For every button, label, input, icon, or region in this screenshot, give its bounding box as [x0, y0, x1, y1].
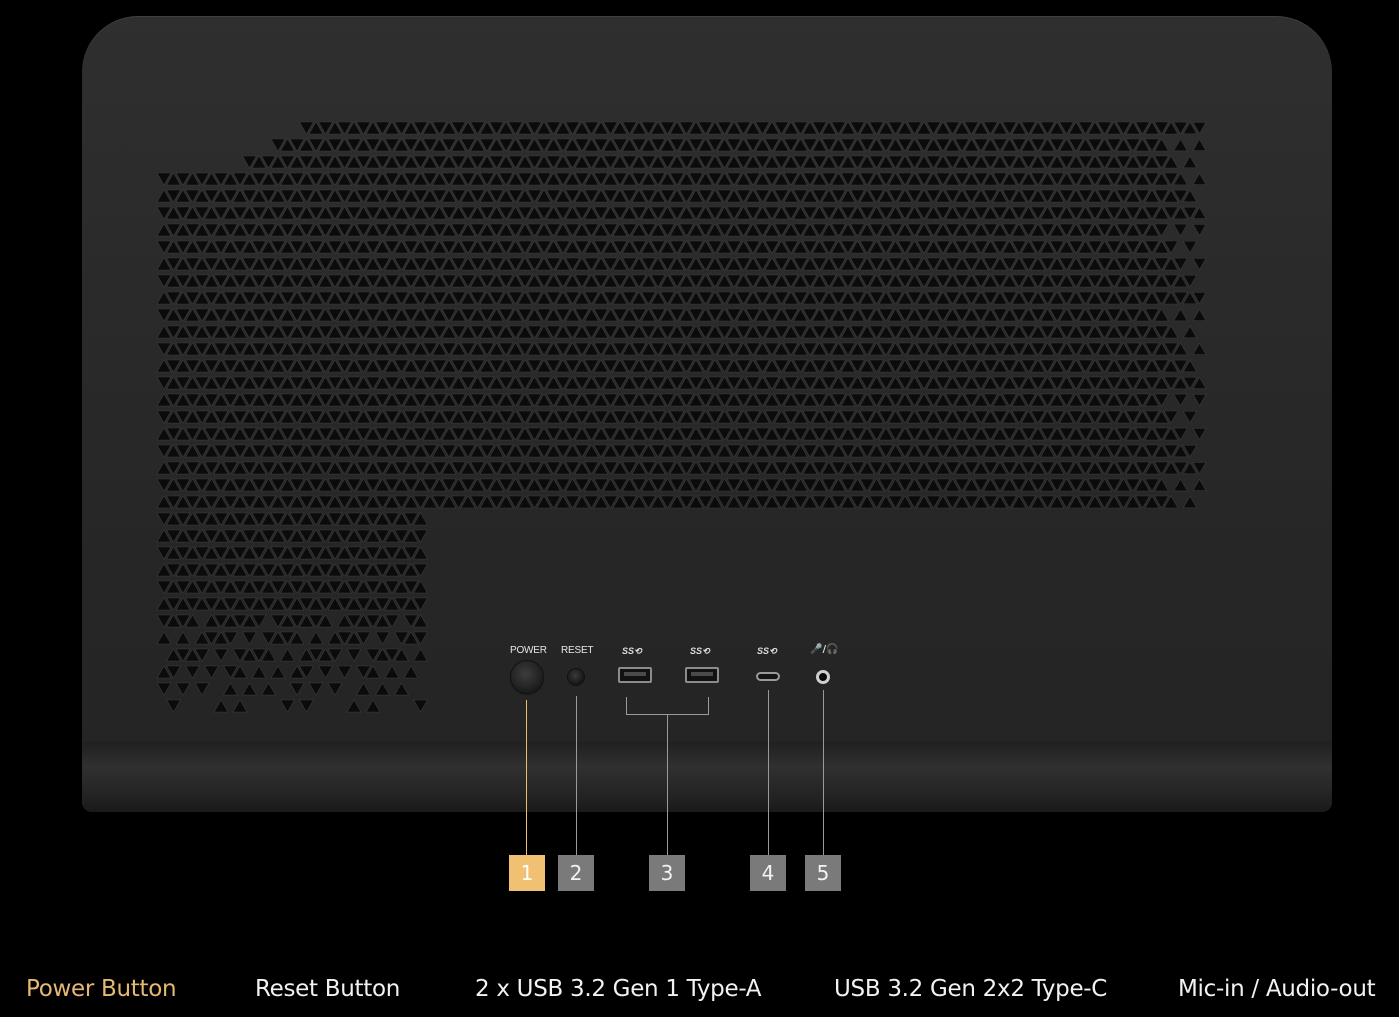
usb-a1-superspeed-logo: SS⟲: [622, 646, 642, 656]
feature-label-audio[interactable]: Mic-in / Audio-out: [1178, 976, 1376, 1002]
callout-line-2: [576, 696, 577, 855]
ventilation-grille: [156, 121, 1207, 713]
feature-label-power-button[interactable]: Power Button: [26, 976, 177, 1002]
audio-jack-logo: 🎤/🎧: [810, 644, 839, 655]
usb-type-c-port[interactable]: [756, 672, 780, 681]
pc-case-front-panel: [82, 16, 1332, 812]
usb-a2-superspeed-logo: SS⟲: [690, 646, 710, 656]
feature-label-usb-type-c[interactable]: USB 3.2 Gen 2x2 Type-C: [834, 976, 1107, 1002]
callout-line-1: [526, 700, 527, 855]
reset-port-label: RESET: [561, 645, 594, 656]
usb-type-a-port-1[interactable]: [618, 667, 652, 683]
callout-badge-5[interactable]: 5: [805, 855, 841, 891]
callout-line-3: [667, 714, 668, 855]
audio-combo-jack[interactable]: [816, 670, 830, 684]
callout-bracket-3: [626, 697, 709, 715]
feature-label-reset-button[interactable]: Reset Button: [255, 976, 400, 1002]
feature-label-usb-type-a[interactable]: 2 x USB 3.2 Gen 1 Type-A: [475, 976, 762, 1002]
callout-badge-4[interactable]: 4: [750, 855, 786, 891]
vent-triangles: [156, 121, 1207, 713]
callout-badge-2[interactable]: 2: [558, 855, 594, 891]
power-port-label: POWER: [510, 645, 547, 656]
usb-c-superspeed-logo: SS⟲: [757, 646, 777, 656]
reset-button[interactable]: [568, 669, 584, 685]
usb-type-a-port-2[interactable]: [685, 667, 719, 683]
callout-line-4: [768, 690, 769, 855]
callout-badge-3[interactable]: 3: [649, 855, 685, 891]
callout-badge-1[interactable]: 1: [509, 855, 545, 891]
power-button[interactable]: [511, 661, 543, 693]
callout-line-5: [823, 690, 824, 855]
